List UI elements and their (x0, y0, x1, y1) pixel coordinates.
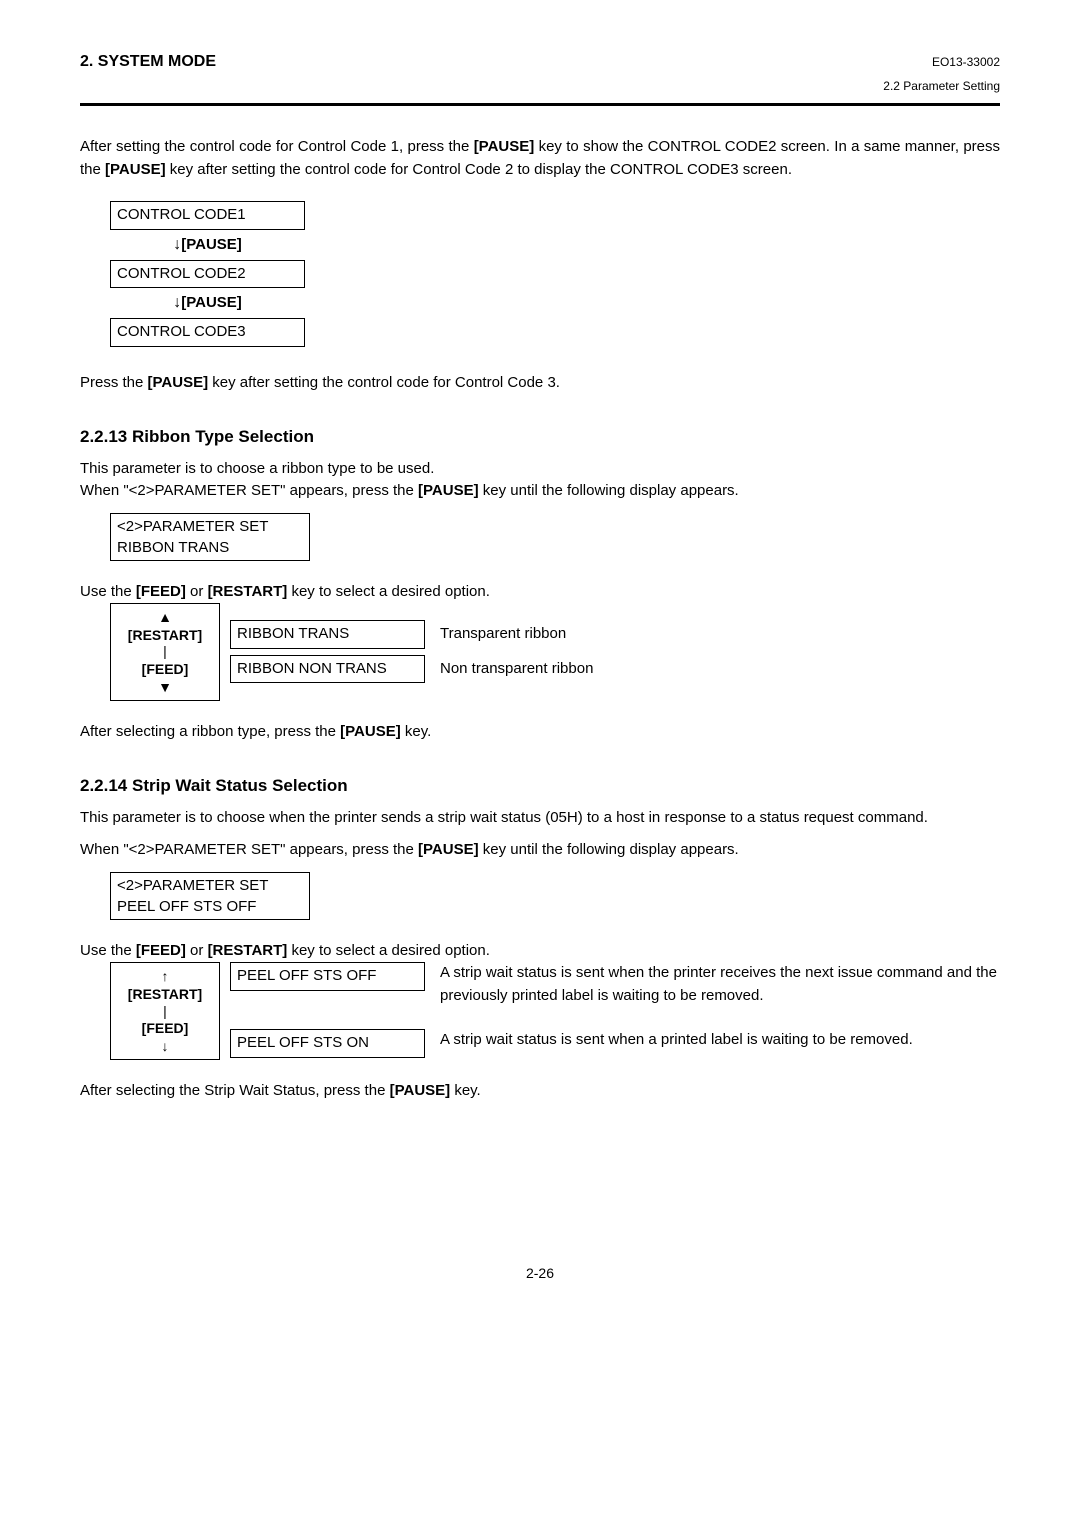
down-arrow-icon: ▼ (115, 680, 215, 694)
ribbon-trans-option: RIBBON TRANS (230, 620, 425, 649)
down-arrow-icon: ↓ (115, 1039, 215, 1053)
param-line2: PEEL OFF STS OFF (117, 896, 303, 917)
param-line1: <2>PARAMETER SET (117, 516, 303, 537)
section13-para2: When "<2>PARAMETER SET" appears, press t… (80, 480, 1000, 503)
header-title: 2. SYSTEM MODE (80, 50, 216, 74)
section13-instruction: Use the [FEED] or [RESTART] key to selec… (80, 581, 1000, 604)
header-section-label: 2.2 Parameter Setting (883, 77, 1000, 95)
ribbon-trans-desc: Transparent ribbon (440, 623, 566, 646)
strip-options: PEEL OFF STS OFF A strip wait status is … (230, 962, 1000, 1058)
section-2-2-13-heading: 2.2.13 Ribbon Type Selection (80, 424, 1000, 450)
page-header: 2. SYSTEM MODE EO13-33002 (80, 50, 1000, 74)
section13-after: After selecting a ribbon type, press the… (80, 721, 1000, 744)
feed-key-label: [FEED] (115, 658, 215, 680)
control-code3-box: CONTROL CODE3 (110, 318, 305, 347)
intro-paragraph: After setting the control code for Contr… (80, 136, 1000, 181)
after-flow-paragraph: Press the [PAUSE] key after setting the … (80, 372, 1000, 395)
strip-parameter-display: <2>PARAMETER SET PEEL OFF STS OFF (110, 872, 310, 920)
section14-instruction: Use the [FEED] or [RESTART] key to selec… (80, 940, 1000, 963)
ribbon-trans-row: RIBBON TRANS Transparent ribbon (230, 620, 593, 649)
section14-para1: This parameter is to choose when the pri… (80, 807, 1000, 830)
ribbon-options: RIBBON TRANS Transparent ribbon RIBBON N… (230, 620, 593, 683)
ribbon-nontrans-row: RIBBON NON TRANS Non transparent ribbon (230, 655, 593, 684)
header-section: 2.2 Parameter Setting (80, 77, 1000, 95)
page-number: 2-26 (80, 1263, 1000, 1284)
peel-off-sts-off-desc: A strip wait status is sent when the pri… (440, 962, 1000, 1007)
nav-keys-box: ↑ [RESTART] | [FEED] ↓ (110, 962, 220, 1060)
header-divider (80, 103, 1000, 106)
section14-para2: When "<2>PARAMETER SET" appears, press t… (80, 839, 1000, 862)
peel-off-sts-off-option: PEEL OFF STS OFF (230, 962, 425, 991)
ribbon-parameter-display: <2>PARAMETER SET RIBBON TRANS (110, 513, 310, 561)
nav-keys-box: ▲ [RESTART] | [FEED] ▼ (110, 603, 220, 701)
header-document-code: EO13-33002 (932, 53, 1000, 71)
peel-off-sts-on-option: PEEL OFF STS ON (230, 1029, 425, 1058)
feed-key-label: [FEED] (115, 1017, 215, 1039)
strip-option-block: ↑ [RESTART] | [FEED] ↓ PEEL OFF STS OFF … (110, 962, 1000, 1060)
param-line1: <2>PARAMETER SET (117, 875, 303, 896)
control-code2-box: CONTROL CODE2 (110, 260, 305, 289)
ribbon-nontrans-option: RIBBON NON TRANS (230, 655, 425, 684)
ribbon-option-block: ▲ [RESTART] | [FEED] ▼ RIBBON TRANS Tran… (110, 603, 1000, 701)
peel-off-row: PEEL OFF STS OFF A strip wait status is … (230, 962, 1000, 1007)
section14-after: After selecting the Strip Wait Status, p… (80, 1080, 1000, 1103)
up-arrow-icon: ↑ (115, 969, 215, 983)
section-2-2-14-heading: 2.2.14 Strip Wait Status Selection (80, 773, 1000, 799)
up-arrow-icon: ▲ (115, 610, 215, 624)
pause-step-2: ↓[PAUSE] (110, 288, 305, 318)
peel-off-sts-on-desc: A strip wait status is sent when a print… (440, 1029, 1000, 1052)
control-code-flow: CONTROL CODE1 ↓[PAUSE] CONTROL CODE2 ↓[P… (110, 201, 1000, 347)
param-line2: RIBBON TRANS (117, 537, 303, 558)
pause-step-1: ↓[PAUSE] (110, 230, 305, 260)
peel-on-row: PEEL OFF STS ON A strip wait status is s… (230, 1029, 1000, 1058)
ribbon-nontrans-desc: Non transparent ribbon (440, 658, 593, 681)
section13-para1: This parameter is to choose a ribbon typ… (80, 458, 1000, 481)
control-code1-box: CONTROL CODE1 (110, 201, 305, 230)
